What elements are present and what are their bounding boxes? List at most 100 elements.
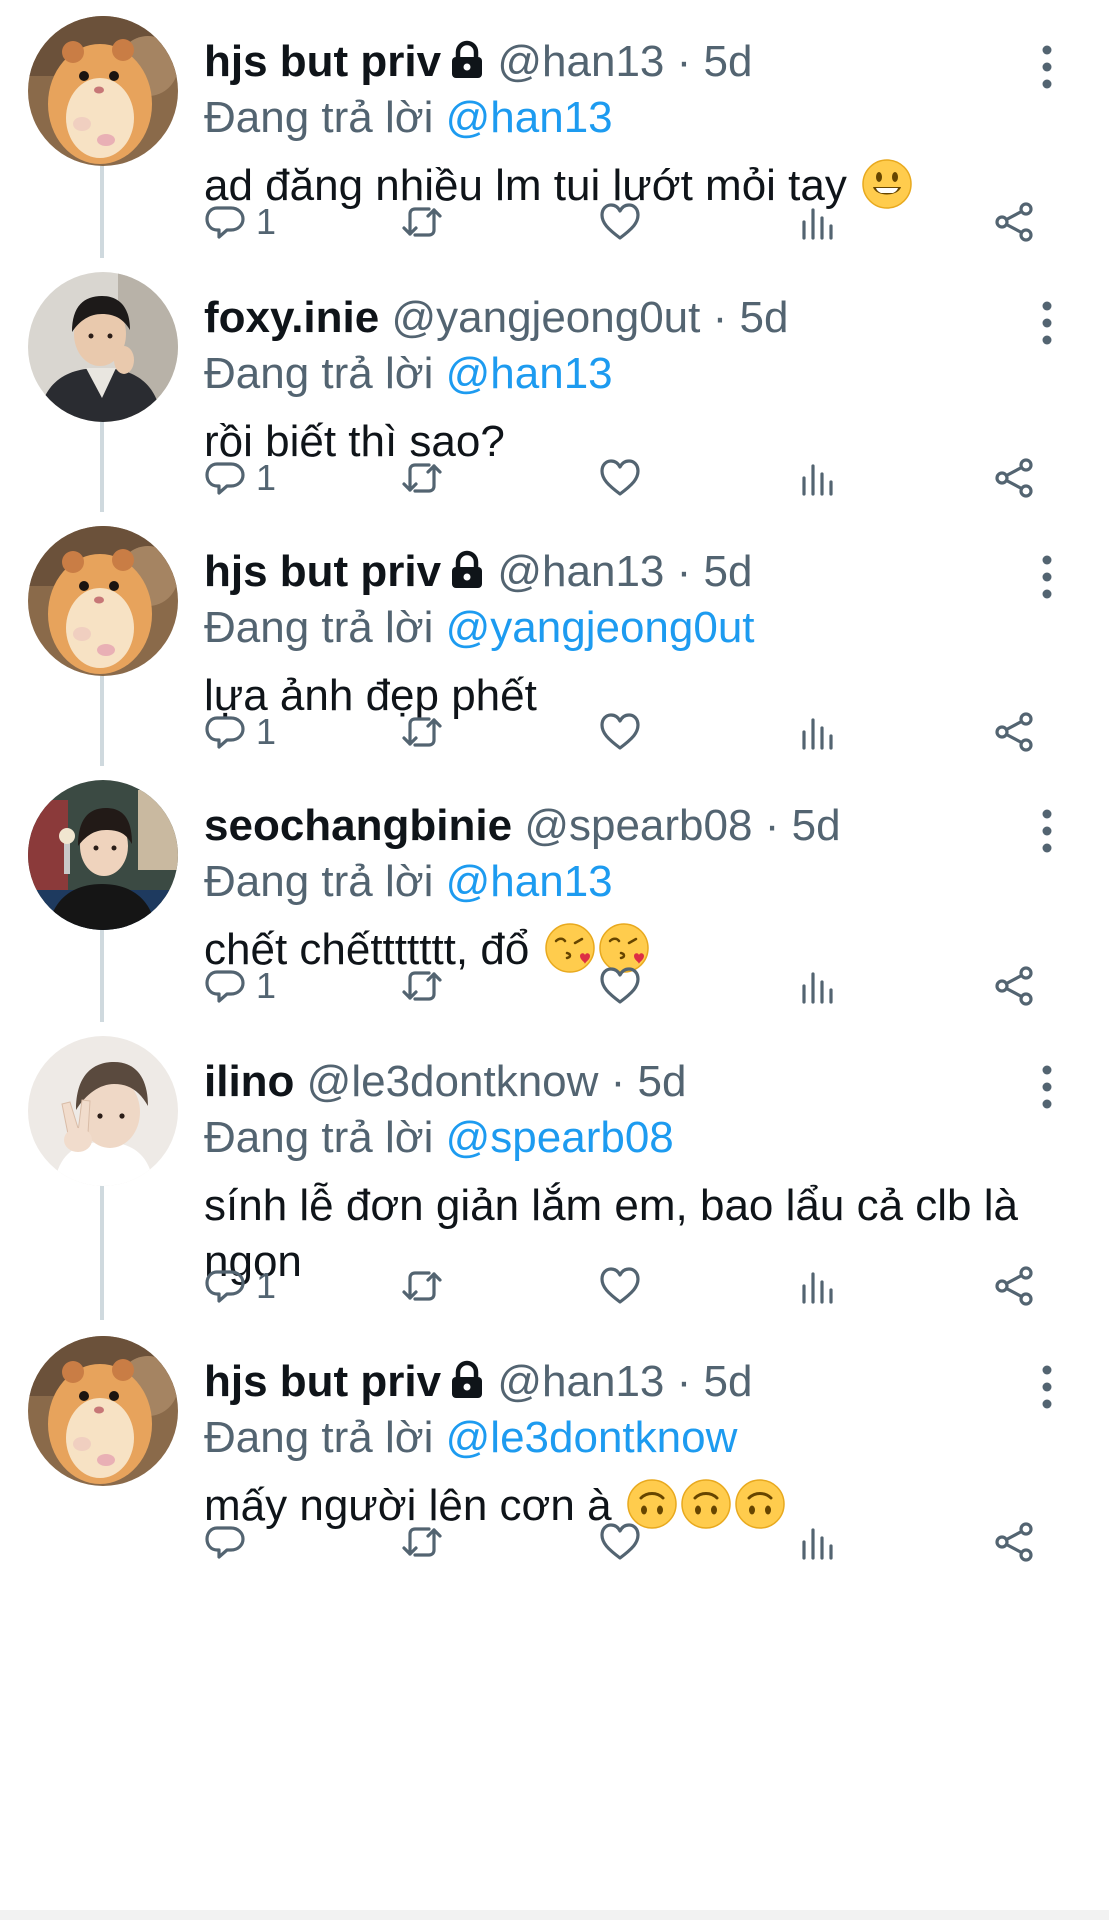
like-button[interactable] [598,1256,658,1316]
tweet[interactable]: foxy.inie @yangjeong0ut · 5d Đang trả lời… [0,272,1109,518]
avatar[interactable] [28,272,178,422]
more-options-icon[interactable] [1030,44,1064,90]
views-button[interactable] [796,192,856,252]
share-button[interactable] [992,448,1052,508]
share-button[interactable] [992,956,1052,1016]
timestamp[interactable]: 5d [704,547,753,596]
share-button[interactable] [992,192,1052,252]
replying-label: Đang trả lời [204,349,434,398]
tweet[interactable]: seochangbinie @spearb08 · 5d Đang trả lời… [0,780,1109,1026]
share-button[interactable] [992,1512,1052,1572]
tweet[interactable]: ilino @le3dontknow · 5d Đang trả lời @spe… [0,1036,1109,1326]
user-handle[interactable]: @yangjeong0ut [391,293,700,342]
reply-button[interactable]: 1 [204,1256,314,1316]
avatar[interactable] [28,526,178,676]
timestamp[interactable]: 5d [704,1357,753,1406]
tweet-header: hjs but priv @han13 · 5d [204,548,1004,596]
display-name[interactable]: ilino [204,1057,294,1106]
retweet-button[interactable] [400,702,460,762]
replying-label: Đang trả lời [204,93,434,142]
more-options-icon[interactable] [1030,554,1064,600]
tweet[interactable]: hjs but priv @han13 · 5d Đang trả lời @le… [0,1336,1109,1582]
views-button[interactable] [796,448,856,508]
tweet-actions [0,1512,1109,1572]
like-button[interactable] [598,1512,658,1572]
avatar[interactable] [28,16,178,166]
user-handle[interactable]: @le3dontknow [307,1057,599,1106]
tweet-actions: 1 [0,192,1109,252]
mention-link[interactable]: @han13 [446,93,613,142]
share-button[interactable] [992,1256,1052,1316]
timestamp[interactable]: 5d [704,37,753,86]
mention-link[interactable]: @han13 [446,857,613,906]
replying-label: Đang trả lời [204,603,434,652]
timestamp[interactable]: 5d [792,801,841,850]
like-button[interactable] [598,448,658,508]
mention-link[interactable]: @han13 [446,349,613,398]
more-options-icon[interactable] [1030,300,1064,346]
lock-icon [449,550,485,590]
timestamp[interactable]: 5d [638,1057,687,1106]
more-options-icon[interactable] [1030,808,1064,854]
reply-count: 1 [256,201,277,242]
replying-label: Đang trả lời [204,857,434,906]
reply-count: 1 [256,711,277,752]
replying-to: Đang trả lời @yangjeong0ut [204,604,755,652]
tweet-actions: 1 [0,956,1109,1016]
replying-to: Đang trả lời @han13 [204,858,613,906]
separator-dot: · [676,1357,692,1406]
bottom-edge [0,1910,1109,1920]
replying-label: Đang trả lời [204,1113,434,1162]
retweet-button[interactable] [400,192,460,252]
reply-button[interactable]: 1 [204,702,314,762]
lock-icon [449,1360,485,1400]
like-button[interactable] [598,192,658,252]
like-button[interactable] [598,956,658,1016]
replying-to: Đang trả lời @han13 [204,94,613,142]
views-button[interactable] [796,1256,856,1316]
reply-thread: hjs but priv @han13 · 5d Đang trả lời @ha… [0,0,1109,1920]
more-options-icon[interactable] [1030,1364,1064,1410]
user-handle[interactable]: @spearb08 [524,801,752,850]
retweet-button[interactable] [400,956,460,1016]
display-name[interactable]: hjs but priv [204,547,441,596]
display-name[interactable]: seochangbinie [204,801,512,850]
views-button[interactable] [796,702,856,762]
timestamp[interactable]: 5d [740,293,789,342]
reply-count: 1 [256,1265,277,1306]
tweet-actions: 1 [0,448,1109,508]
display-name[interactable]: foxy.inie [204,293,379,342]
display-name[interactable]: hjs but priv [204,37,441,86]
reply-button[interactable]: 1 [204,956,314,1016]
separator-dot: · [610,1057,626,1106]
share-button[interactable] [992,702,1052,762]
mention-link[interactable]: @yangjeong0ut [446,603,755,652]
avatar[interactable] [28,780,178,930]
user-handle[interactable]: @han13 [497,547,664,596]
avatar[interactable] [28,1336,178,1486]
avatar[interactable] [28,1036,178,1186]
mention-link[interactable]: @spearb08 [446,1113,674,1162]
user-handle[interactable]: @han13 [497,37,664,86]
tweet-actions: 1 [0,702,1109,762]
tweet-header: hjs but priv @han13 · 5d [204,1358,1004,1406]
retweet-button[interactable] [400,1512,460,1572]
tweet[interactable]: hjs but priv @han13 · 5d Đang trả lời @ha… [0,16,1109,262]
like-button[interactable] [598,702,658,762]
reply-count: 1 [256,457,277,498]
retweet-button[interactable] [400,448,460,508]
reply-button[interactable]: 1 [204,192,314,252]
tweet-header: hjs but priv @han13 · 5d [204,38,1004,86]
reply-button[interactable]: 1 [204,448,314,508]
tweet[interactable]: hjs but priv @han13 · 5d Đang trả lời @ya… [0,526,1109,772]
views-button[interactable] [796,956,856,1016]
user-handle[interactable]: @han13 [497,1357,664,1406]
mention-link[interactable]: @le3dontknow [446,1413,738,1462]
lock-icon [449,40,485,80]
display-name[interactable]: hjs but priv [204,1357,441,1406]
views-button[interactable] [796,1512,856,1572]
reply-button[interactable] [204,1512,314,1572]
separator-dot: · [676,37,692,86]
more-options-icon[interactable] [1030,1064,1064,1110]
retweet-button[interactable] [400,1256,460,1316]
